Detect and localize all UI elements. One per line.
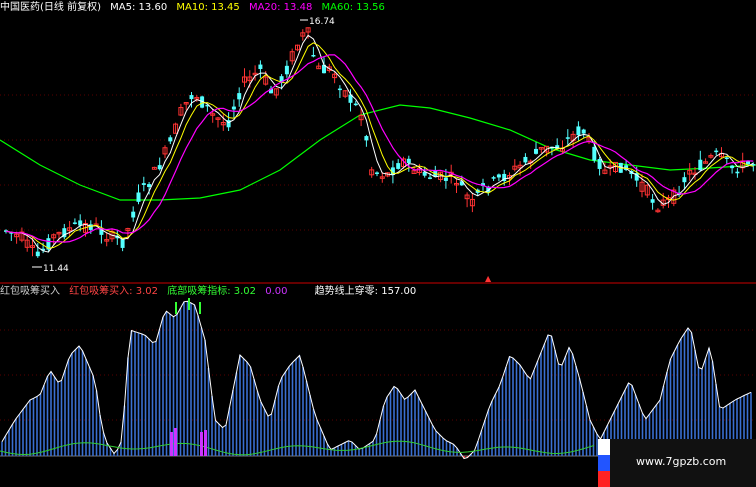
indicator-legend: 红包吸筹买入 红包吸筹买入: 3.02 底部吸筹指标: 3.02 0.00 趋势… xyxy=(0,285,422,298)
stock-chart[interactable]: 16.74 11.44 ▲ xyxy=(0,0,756,487)
candle-down xyxy=(724,157,729,159)
candle-down xyxy=(735,171,740,174)
candle-down xyxy=(491,177,496,179)
candle-down xyxy=(311,54,316,57)
ma10-label: MA10: 13.45 xyxy=(176,2,240,13)
candle-down xyxy=(72,222,77,224)
watermark: www.7gpzb.com xyxy=(598,439,756,487)
candle-down xyxy=(406,158,411,164)
candle-down xyxy=(141,183,146,185)
purple-signal-bar xyxy=(200,432,203,456)
signal-marker: ▲ xyxy=(485,274,492,283)
purple-signal-bar xyxy=(174,428,177,456)
candle-down xyxy=(650,199,655,203)
candle-down xyxy=(136,192,141,202)
candle-down xyxy=(120,238,125,248)
ma20-label: MA20: 13.48 xyxy=(248,2,313,13)
candle-down xyxy=(231,106,236,110)
candle-down xyxy=(396,163,401,169)
stock-title: 中国医药(日线 前复权) xyxy=(0,2,101,13)
candle-down xyxy=(284,65,289,75)
candle-down xyxy=(565,137,570,139)
low-price-label: 11.44 xyxy=(43,264,69,274)
candle-down xyxy=(581,129,586,134)
candle-down xyxy=(147,184,152,188)
purple-signal-bar xyxy=(204,430,207,456)
candle-down xyxy=(698,159,703,171)
candle-down xyxy=(496,174,501,178)
candle-down xyxy=(168,137,173,142)
indicator-item-1: 红包吸筹买入: 3.02 xyxy=(69,286,159,297)
ma5-line xyxy=(5,34,754,253)
candle-down xyxy=(353,103,358,106)
main-chart-legend: 中国医药(日线 前复权) MA5: 13.60 MA10: 13.45 MA20… xyxy=(0,1,391,14)
indicator-item-4: 趋势线上穿零: 157.00 xyxy=(314,286,417,297)
candle-down xyxy=(443,177,448,181)
candle-down xyxy=(88,224,93,230)
candle-down xyxy=(258,64,263,69)
candle-down xyxy=(576,126,581,136)
watermark-logo-icon xyxy=(598,439,610,487)
candle-down xyxy=(730,165,735,169)
top-signal-mark xyxy=(175,302,177,314)
ma60-label: MA60: 13.56 xyxy=(321,2,385,13)
candle-down xyxy=(237,93,242,100)
candle-down xyxy=(714,150,719,153)
candle-down xyxy=(157,165,162,170)
candle-down xyxy=(364,136,369,141)
candle-down xyxy=(35,251,40,257)
indicator-item-3: 0.00 xyxy=(265,286,288,297)
candle-down xyxy=(428,177,432,179)
watermark-text: www.7gpzb.com xyxy=(636,455,727,468)
top-signal-mark xyxy=(188,298,190,310)
ma5-label: MA5: 13.60 xyxy=(110,2,168,13)
candle-down xyxy=(131,211,136,218)
candle-down xyxy=(597,159,602,169)
indicator-item-2: 底部吸筹指标: 3.02 xyxy=(167,286,257,297)
top-signal-mark xyxy=(199,302,201,314)
candle-down xyxy=(375,172,379,174)
candle-down xyxy=(534,148,538,154)
high-price-label: 16.74 xyxy=(309,17,335,27)
candle-down xyxy=(337,88,342,91)
candle-down xyxy=(189,95,194,100)
candle-down xyxy=(592,146,597,161)
candle-down xyxy=(78,220,83,226)
ma10-line xyxy=(5,42,754,249)
candle-down xyxy=(682,177,687,183)
purple-signal-bar xyxy=(170,432,173,456)
candle-down xyxy=(523,156,528,163)
indicator-name: 红包吸筹买入 xyxy=(0,286,60,297)
